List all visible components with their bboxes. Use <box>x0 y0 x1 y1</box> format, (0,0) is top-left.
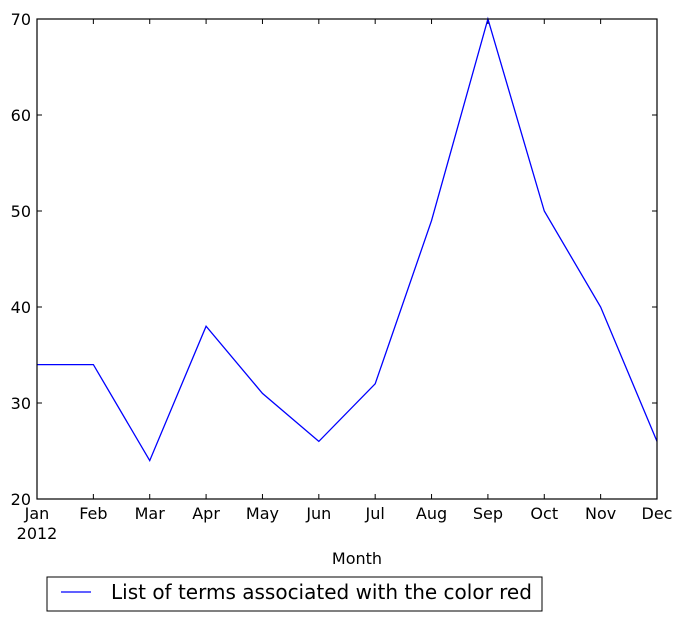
x-axis-year-label: 2012 <box>17 524 58 543</box>
x-tick-label: Aug <box>416 504 447 523</box>
x-tick-label: May <box>246 504 279 523</box>
y-tick-label: 40 <box>11 298 31 317</box>
x-tick-labels: Jan Feb Mar Apr May Jun Jul Aug Sep Oct Nov Dec <box>24 504 673 523</box>
x-tick-label: Jan <box>24 504 50 523</box>
x-tick-label: Feb <box>79 504 107 523</box>
series-line <box>37 16 658 463</box>
y-tick-label: 60 <box>11 106 31 125</box>
y-tick-labels: 203040506070 <box>11 10 31 509</box>
x-tick-label: Jun <box>305 504 331 523</box>
x-tick-label: Mar <box>135 504 166 523</box>
x-tick-label: Oct <box>530 504 558 523</box>
x-tick-label: Dec <box>642 504 673 523</box>
legend: List of terms associated with the color … <box>46 576 543 612</box>
line-chart: 203040506070 Jan Feb Mar Apr May Jun Jul Aug Sep… <box>11 10 673 612</box>
x-tick-label: Jul <box>365 504 385 523</box>
y-tick-label: 70 <box>11 10 31 29</box>
y-tick-label: 30 <box>11 394 31 413</box>
x-tick-label: Sep <box>473 504 503 523</box>
y-tick-label: 50 <box>11 202 31 221</box>
legend-entry-label: List of terms associated with the color … <box>111 580 532 604</box>
x-tick-label: Apr <box>192 504 220 523</box>
x-tick-label: Nov <box>585 504 616 523</box>
x-axis-label: Month <box>332 549 382 568</box>
